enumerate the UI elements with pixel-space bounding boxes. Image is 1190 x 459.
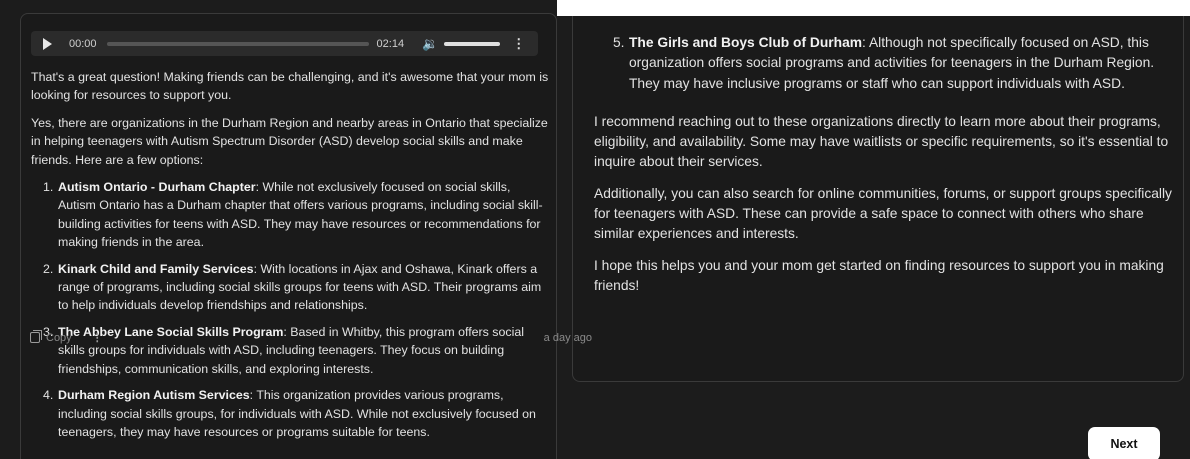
list-item: 1. Autism Ontario - Durham Chapter: While…: [43, 180, 543, 250]
audio-progress-bar[interactable]: [106, 41, 369, 46]
recommend-paragraph: I recommend reaching out to these organi…: [594, 113, 1169, 170]
message-timestamp: a day ago: [543, 331, 592, 344]
volume-slider[interactable]: [444, 41, 501, 46]
options-paragraph: Yes, there are organizations in the Durh…: [31, 115, 548, 167]
next-button[interactable]: Next: [1088, 427, 1160, 459]
intro-paragraph: That's a great question! Making friends …: [31, 70, 549, 103]
top-blank-area: [557, 0, 1190, 16]
left-message-panel: 00:00 02:14 🔉 ⋮ That's a great question!…: [20, 13, 557, 459]
audio-player[interactable]: 00:00 02:14 🔉 ⋮: [31, 31, 538, 56]
right-message-panel: 5. The Girls and Boys Club of Durham: Alt…: [572, 16, 1184, 382]
more-options-icon[interactable]: ⋮: [92, 331, 103, 344]
copy-icon[interactable]: [30, 330, 42, 343]
closing-paragraph: I hope this helps you and your mom get s…: [594, 257, 1164, 293]
current-time: 00:00: [69, 37, 97, 50]
list-item: 4. Durham Region Autism Services: This or…: [43, 388, 536, 439]
volume-icon[interactable]: 🔉: [422, 36, 438, 52]
list-item: 2. Kinark Child and Family Services: With…: [43, 261, 542, 313]
right-message-text: 5. The Girls and Boys Club of Durham: Alt…: [594, 33, 1174, 307]
audio-menu-icon[interactable]: ⋮: [512, 36, 525, 52]
duration: 02:14: [376, 37, 405, 50]
organization-list: 1. Autism Ontario - Durham Chapter: While…: [31, 178, 551, 441]
play-icon[interactable]: [43, 37, 52, 50]
additionally-paragraph: Additionally, you can also search for on…: [594, 185, 1172, 242]
list-item: 5. The Girls and Boys Club of Durham: Alt…: [613, 35, 1155, 91]
left-message-text: That's a great question! Making friends …: [31, 68, 551, 449]
copy-button[interactable]: Copy: [46, 332, 72, 344]
message-footer: Copy ⋮ a day ago: [30, 330, 592, 344]
